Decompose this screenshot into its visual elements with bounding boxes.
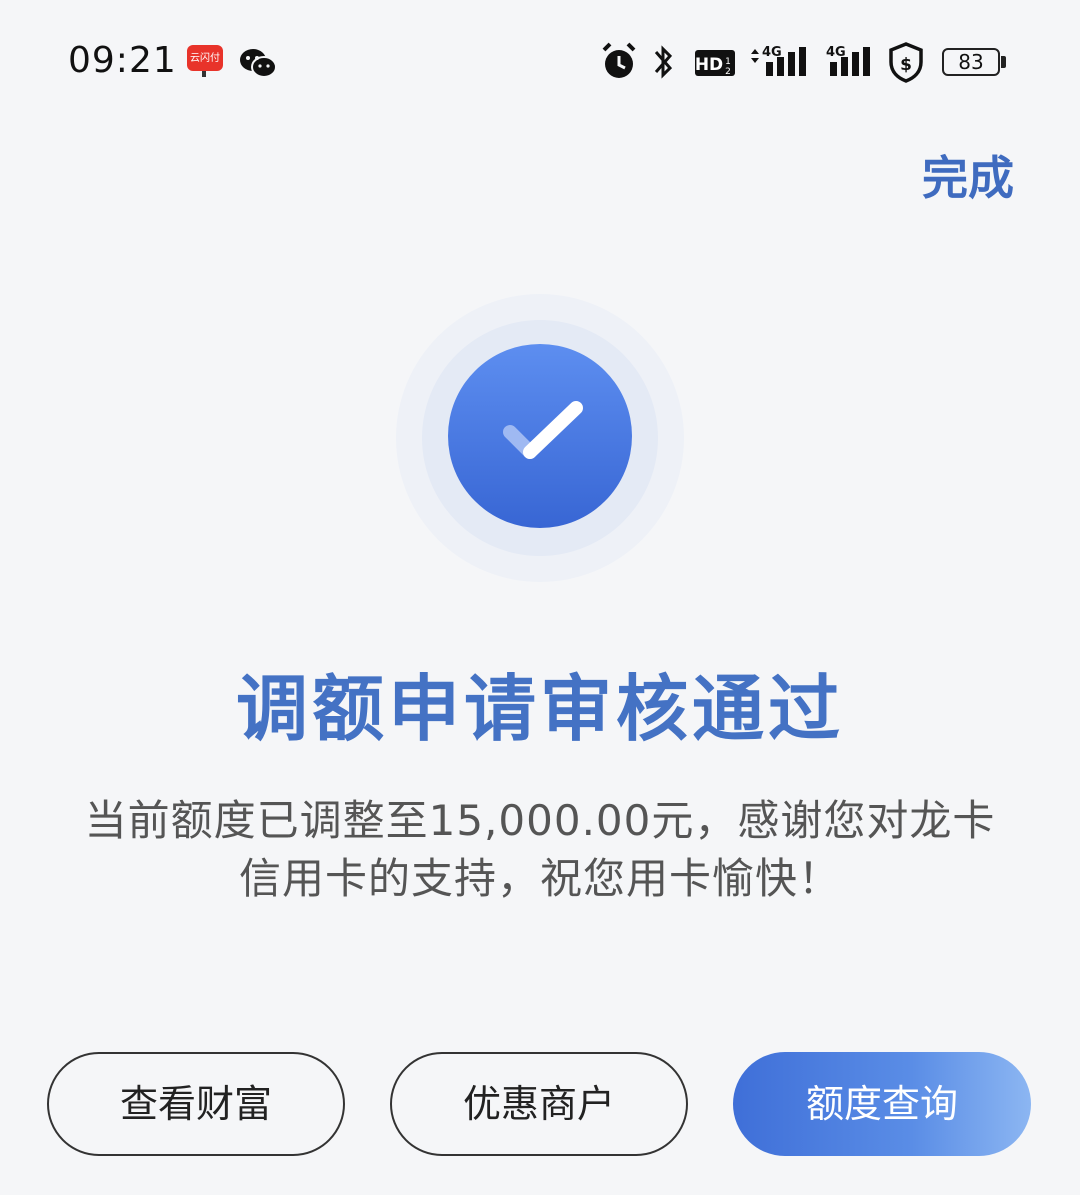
svg-text:HD: HD (695, 55, 723, 75)
battery-cap (1001, 56, 1006, 68)
discount-merchants-button[interactable]: 优惠商户 (390, 1052, 688, 1156)
limit-query-button[interactable]: 额度查询 (733, 1052, 1031, 1156)
signal-4g-icon-2: 4G (826, 45, 870, 76)
svg-text:$: $ (900, 55, 912, 75)
hd-icon: HD 1 2 (695, 50, 735, 77)
shield-dollar-icon: $ (889, 42, 923, 83)
result-message: 当前额度已调整至15,000.00元，感谢您对龙卡信用卡的支持，祝您用卡愉快！ (84, 796, 996, 903)
status-bar: 09:21 云闪付 HD 1 2 4G 4G $ 83 (0, 0, 1080, 120)
check-icon (396, 294, 684, 582)
result-title: 调额申请审核通过 (235, 667, 844, 751)
svg-text:2: 2 (725, 67, 731, 77)
done-button[interactable]: 完成 (922, 142, 1014, 208)
svg-text:1: 1 (725, 57, 731, 67)
signal-4g-icon: 4G (751, 45, 806, 76)
unionpay-icon-text: 云闪付 (190, 51, 220, 64)
wechat-icon (240, 49, 277, 78)
alarm-icon (602, 42, 636, 78)
bluetooth-icon (654, 45, 673, 79)
unionpay-app-icon: 云闪付 (187, 45, 223, 77)
battery-icon: 83 (942, 48, 1000, 76)
view-wealth-button[interactable]: 查看财富 (47, 1052, 345, 1156)
status-time: 09:21 (68, 40, 177, 81)
